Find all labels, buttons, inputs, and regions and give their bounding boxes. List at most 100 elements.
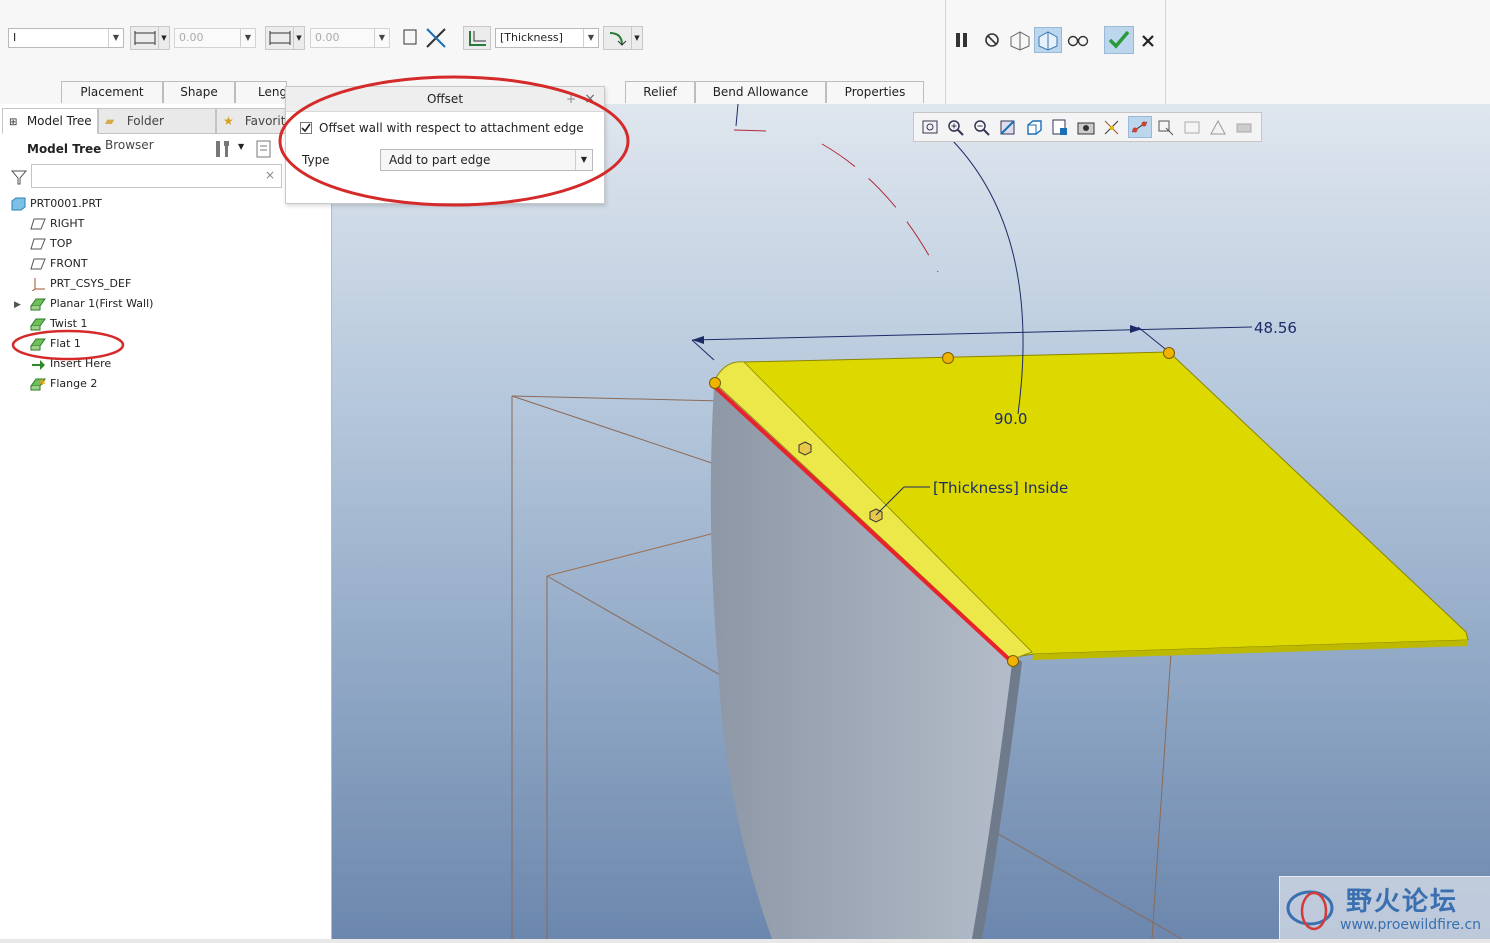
watermark: 野火论坛 www.proewildfire.cn [1279,876,1490,939]
star-icon: ★ [223,114,234,128]
refit-icon[interactable] [920,118,940,136]
bend-radius-side-button[interactable]: ▼ [603,26,643,50]
angle-reference-arc [821,143,939,273]
settings-list-icon[interactable] [256,140,272,158]
chevron-down-icon: ▼ [158,27,169,49]
disabled-tool-icon [1210,119,1226,135]
attached-preview-icon[interactable] [1008,29,1032,51]
length-side1-value-field[interactable]: 0.00 ▼ [174,28,256,48]
dimension-extension [735,104,739,127]
flange-icon: ✱ [30,378,46,391]
drag-handle[interactable] [942,352,954,364]
model-navigator: ⊞ Model Tree ▰ Folder Browser ★ Favorit … [0,104,332,943]
length-dimension-line [691,326,1253,341]
tree-item-top[interactable]: TOP [30,234,72,254]
length-dimension-value[interactable]: 48.56 [1254,319,1297,337]
glasses-icon[interactable] [1066,30,1090,50]
angle-dimension-value[interactable]: 90.0 [994,410,1027,428]
drag-handle[interactable] [1163,347,1175,359]
graphics-toolbar [913,112,1262,142]
chevron-down-icon: ▼ [293,27,304,49]
datum-plane-icon [30,238,46,250]
disabled-tool-icon [1236,123,1252,133]
length-side2-type-button[interactable]: ▼ [265,26,305,50]
sheetmetal-wall-icon [30,298,46,311]
tab-shape[interactable]: Shape [163,81,235,103]
angle-reference-line [733,129,767,132]
verify-mode-icon [1038,31,1058,51]
graphics-window[interactable]: 48.56 90.0 [Thickness] Inside 野火论坛 www.p… [332,104,1490,939]
chevron-down-icon[interactable]: ▼ [238,142,244,151]
tab-placement[interactable]: Placement [61,81,163,103]
no-preview-icon[interactable] [982,30,1002,50]
folder-icon: ▰ [105,114,115,128]
spin-center-icon[interactable] [1156,118,1176,136]
status-strip [0,939,1490,943]
bend-radius-dropdown[interactable]: [Thickness] ▼ [495,28,599,48]
bend-radius-side-icon [609,32,627,46]
ok-button[interactable] [1104,26,1134,54]
length-side1-type-button[interactable]: ▼ [130,26,170,50]
watermark-title: 野火论坛 [1346,887,1459,917]
chevron-down-icon: ▼ [108,29,123,47]
tree-item-planar1[interactable]: Planar 1(First Wall) [30,294,153,314]
drag-handle[interactable] [709,377,721,389]
repaint-icon[interactable] [998,118,1018,136]
dimension-arrow [692,336,704,344]
feature-dashboard: I ▼ ▼ 0.00 ▼ ▼ 0.00 ▼ [Thickness] ▼ ▼ Pl… [0,0,1490,105]
chevron-down-icon: ▼ [374,29,389,47]
filter-icon[interactable] [10,168,28,186]
annotation-circle-flat1 [11,329,125,361]
dimension-extension [1137,326,1170,353]
search-input[interactable]: × [31,164,282,188]
length-side-icon [134,31,156,45]
datum-plane-icon [30,218,46,230]
tab-model-tree[interactable]: ⊞ Model Tree [2,108,98,134]
watermark-url: www.proewildfire.cn [1340,917,1482,933]
tree-item-part[interactable]: PRT0001.PRT [10,194,102,214]
flip-handle-icon[interactable] [798,441,812,456]
watermark-logo-icon [1286,890,1334,931]
annotation-display-icon [1131,121,1148,133]
annotation-circle-offset [278,75,630,207]
expand-arrow-icon[interactable]: ▶ [14,300,21,310]
saved-orientations-icon[interactable] [1050,118,1070,136]
flange-type-dropdown[interactable]: I ▼ [8,28,124,48]
flip-direction-icon[interactable] [403,27,449,51]
model-tree-header: Model Tree [27,142,102,156]
part-icon [11,197,26,211]
model-tree-icon: ⊞ [9,117,18,128]
chevron-down-icon: ▼ [631,27,642,49]
dashboard-separator [1165,0,1166,104]
length-side-icon [269,31,291,45]
disabled-tool-icon [1184,121,1200,134]
clear-search-icon[interactable]: × [265,168,275,182]
pause-icon[interactable] [952,30,972,50]
dashboard-separator [945,0,946,104]
thickness-side-button[interactable] [463,26,491,50]
thickness-side-icon [469,31,486,46]
tree-item-front[interactable]: FRONT [30,254,88,274]
thickness-callout[interactable]: [Thickness] Inside [933,479,1068,497]
drag-handle[interactable] [1007,655,1019,667]
tab-folder-browser[interactable]: ▰ Folder Browser [98,108,216,152]
zoom-out-icon[interactable] [972,118,992,136]
checkmark-icon [1108,30,1130,49]
annotation-display-toggle[interactable] [1128,116,1152,138]
view-manager-icon[interactable] [1076,118,1096,136]
tree-item-flange2[interactable]: ✱ Flange 2 [30,374,97,394]
svg-text:✱: ✱ [39,378,46,387]
tab-bend-allowance[interactable]: Bend Allowance [695,81,826,103]
cancel-close-icon[interactable] [1140,33,1156,49]
tab-properties[interactable]: Properties [826,81,924,103]
datum-plane-icon [30,258,46,270]
verify-mode-toggle[interactable] [1034,27,1062,53]
display-style-icon[interactable] [1024,118,1044,136]
zoom-in-icon[interactable] [946,118,966,136]
length-side2-value-field[interactable]: 0.00 ▼ [310,28,390,48]
chevron-down-icon: ▼ [240,29,255,47]
tree-item-right[interactable]: RIGHT [30,214,84,234]
tools-icon[interactable] [212,138,236,160]
tree-item-csys[interactable]: PRT_CSYS_DEF [30,274,131,294]
datum-display-icon[interactable] [1102,118,1122,136]
